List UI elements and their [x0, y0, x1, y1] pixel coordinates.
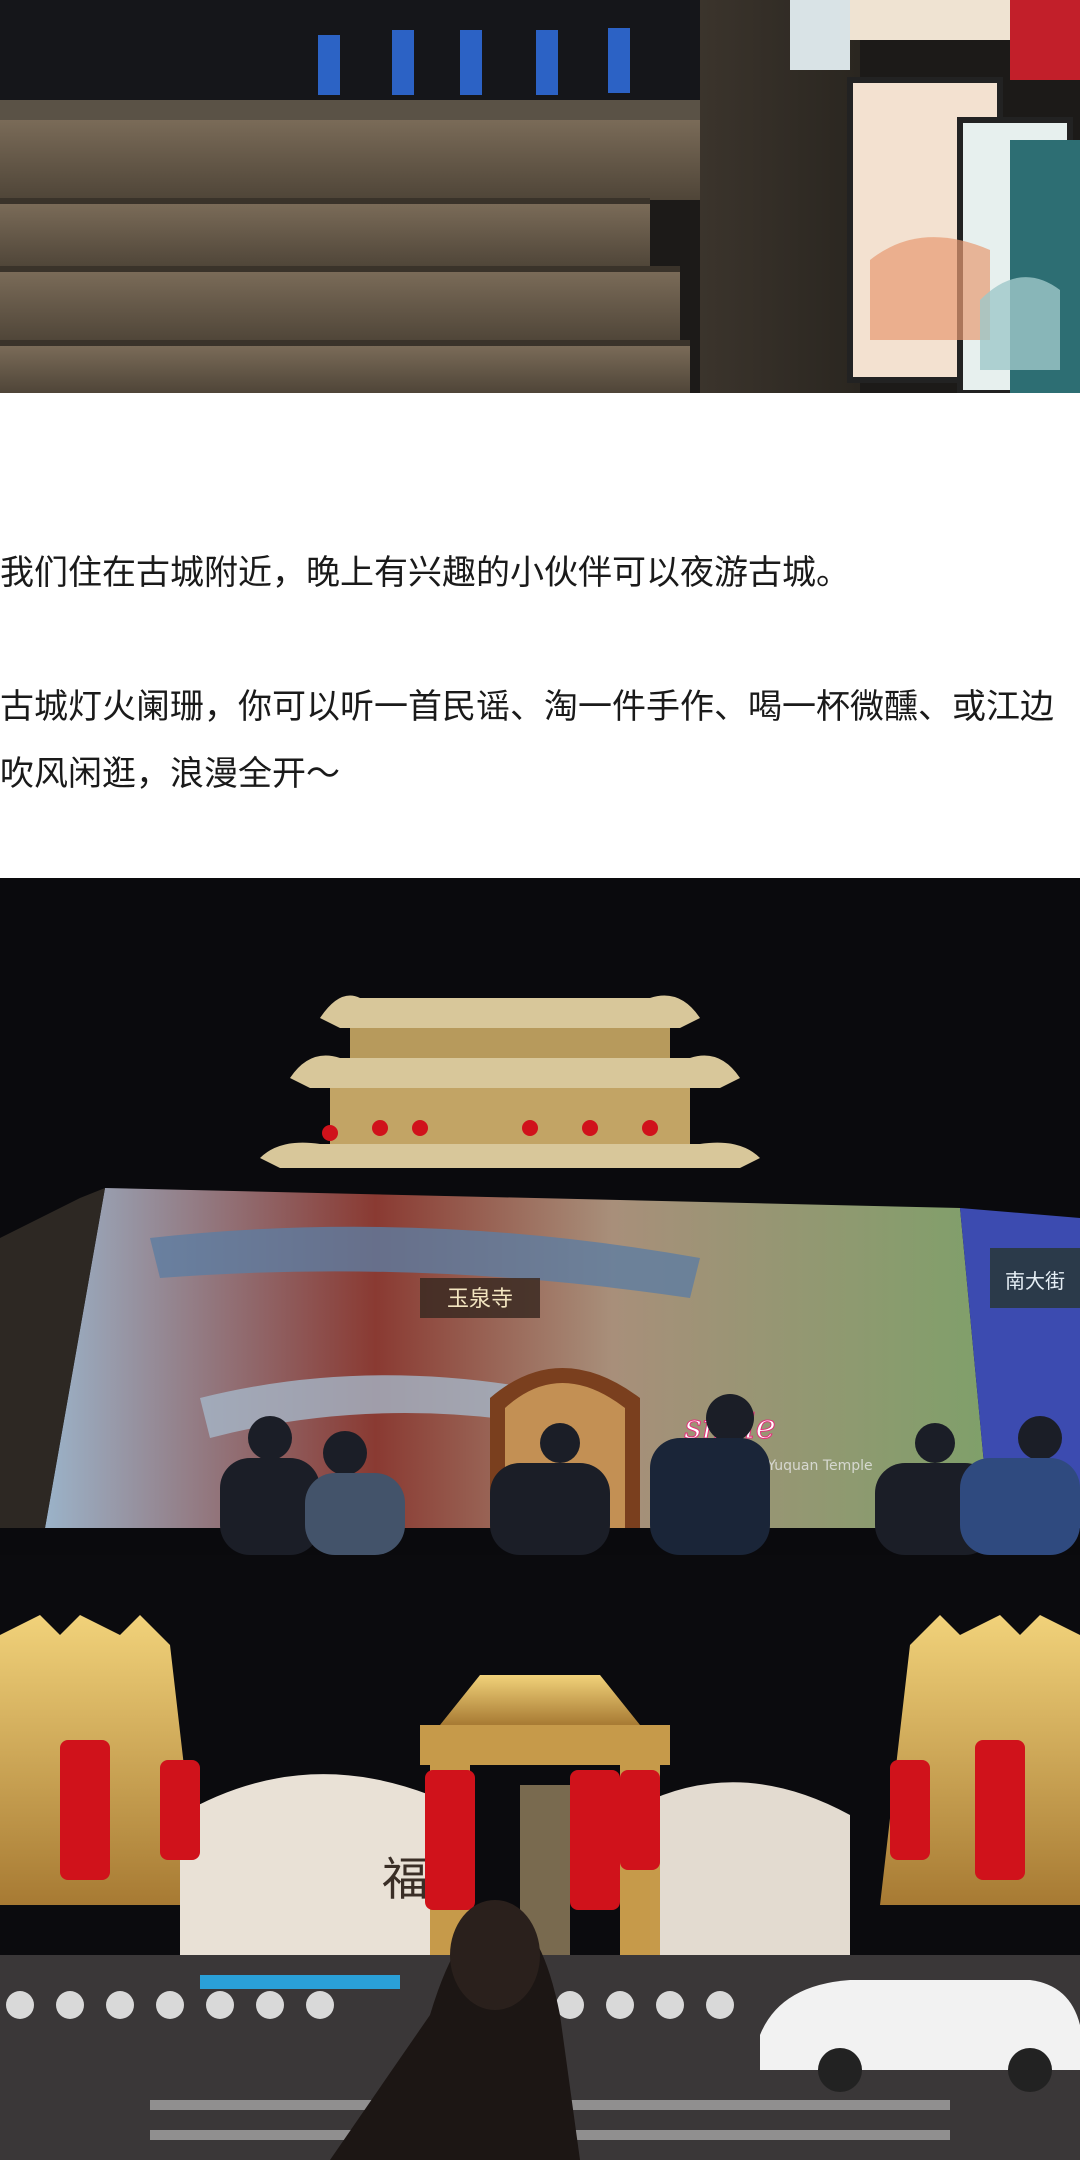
stone-steps-image	[0, 0, 1080, 393]
archway-image: 福	[0, 1555, 1080, 2160]
temple-watermark: Yuquan Temple	[766, 1458, 872, 1474]
photo-gate-tower-projection: 玉泉寺 南大街 smile Yuquan Temple	[0, 878, 1080, 1555]
temple-plaque: 玉泉寺	[447, 1287, 513, 1312]
article-text: 我们住在古城附近，晚上有兴趣的小伙伴可以夜游古城。 古城灯火阑珊，你可以听一首民…	[0, 540, 1080, 808]
street-sign: 南大街	[1005, 1269, 1065, 1293]
article-paragraph-2: 古城灯火阑珊，你可以听一首民谣、淘一件手作、喝一杯微醺、或江边吹风闲逛，浪漫全开…	[0, 687, 1054, 794]
fu-character: 福	[382, 1852, 428, 1906]
photo-stone-steps	[0, 0, 1080, 393]
article-paragraph-1: 我们住在古城附近，晚上有兴趣的小伙伴可以夜游古城。	[0, 553, 850, 593]
gate-tower-image: 玉泉寺 南大街 smile Yuquan Temple	[0, 878, 1080, 1555]
photo-festive-archway: 福	[0, 1555, 1080, 2160]
